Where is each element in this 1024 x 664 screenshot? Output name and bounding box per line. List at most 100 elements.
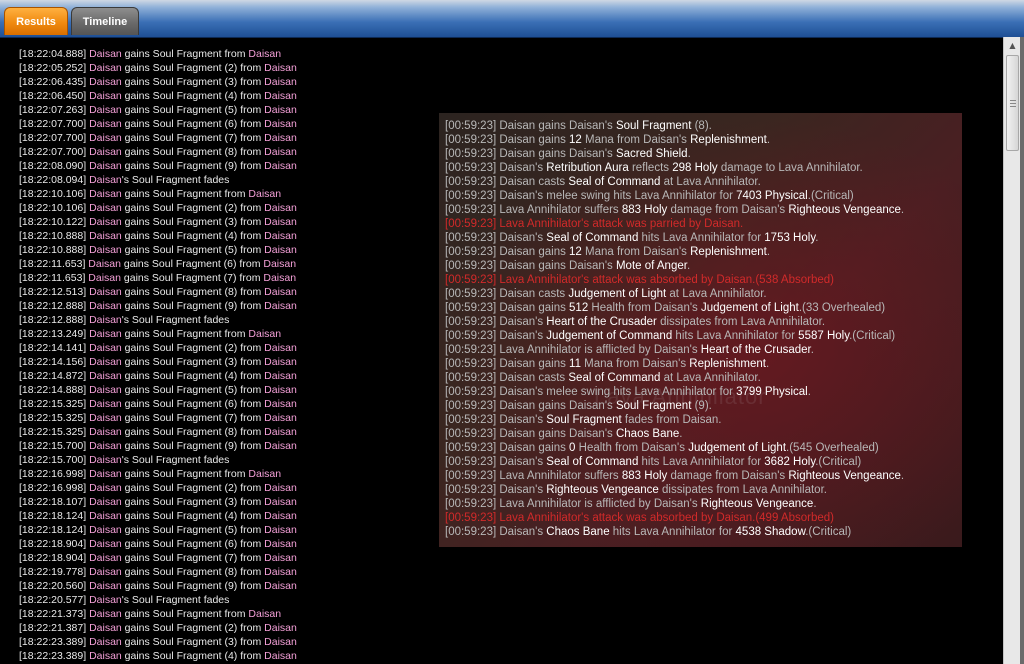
log-t: [18:22:23.389] <box>19 650 90 662</box>
log-line: [18:22:12.888] Daisan gains Soul Fragmen… <box>19 299 439 313</box>
combat-segment: 5587 Holy <box>798 330 850 342</box>
log-a: Daisan <box>89 496 122 508</box>
log-t: [18:22:16.998] <box>19 482 90 494</box>
log-line: [18:22:12.888] Daisan's Soul Fragment fa… <box>19 313 439 327</box>
log-t: [18:22:04.888] <box>19 48 90 60</box>
log-b: Daisan <box>263 258 297 270</box>
combat-line: [00:59:23] Lava Annihilator suffers 883 … <box>445 203 958 217</box>
log-m: gains Soul Fragment (6) from <box>121 538 265 550</box>
combat-line: [00:59:23] Lava Annihilator suffers 883 … <box>445 469 958 483</box>
log-line: [18:22:15.325] Daisan gains Soul Fragmen… <box>19 425 439 439</box>
combat-segment: Mana from Daisan's <box>581 134 691 146</box>
combat-segment: . <box>766 134 771 146</box>
log-m: gains Soul Fragment (8) from <box>121 426 265 438</box>
log-m: gains Soul Fragment from <box>121 188 249 200</box>
log-a: Daisan <box>89 650 122 662</box>
combat-line: [00:59:23] Daisan gains Daisan's Soul Fr… <box>445 399 958 413</box>
combat-segment: [00:59:23] Daisan's <box>445 484 547 496</box>
log-t: [18:22:10.122] <box>19 216 90 228</box>
combat-segment: [00:59:23] Daisan gains <box>445 358 570 370</box>
arrow-up-icon[interactable]: ▲ <box>1004 37 1021 54</box>
combat-segment: Replenishment <box>690 134 767 146</box>
combat-segment: Judgement of Light <box>688 442 787 454</box>
combat-segment: 883 Holy <box>621 470 668 482</box>
combat-segment: Righteous Vengeance <box>788 204 901 216</box>
log-m: gains Soul Fragment (7) from <box>120 272 264 284</box>
tab-timeline[interactable]: Timeline <box>71 7 139 35</box>
combat-segment: dissipates from Lava Annihilator. <box>656 316 826 328</box>
log-a: Daisan <box>89 370 122 382</box>
combat-line: [00:59:23] Daisan's Retribution Aura ref… <box>445 161 958 175</box>
log-t: [18:22:14.141] <box>19 342 90 354</box>
combat-segment: [00:59:23] Daisan gains Daisan's <box>445 400 616 412</box>
log-line: [18:22:16.998] Daisan gains Soul Fragmen… <box>19 481 439 495</box>
log-a: Daisan <box>89 510 122 522</box>
combat-segment: 4538 Shadow <box>735 526 806 538</box>
log-a: Daisan <box>89 412 122 424</box>
combat-line: [00:59:23] Daisan's Soul Fragment fades … <box>445 413 958 427</box>
log-m: gains Soul Fragment from <box>121 468 249 480</box>
combat-segment: Righteous Vengeance <box>700 498 814 510</box>
log-m: 's Soul Fragment fades <box>121 314 230 326</box>
combat-line: [00:59:23] Daisan gains 12 Mana from Dai… <box>445 133 958 147</box>
combat-segment: hits Lava Annihilator for <box>638 232 765 244</box>
combat-segment: [00:59:23] Daisan's <box>445 162 547 174</box>
log-a: Daisan <box>89 622 122 634</box>
log-b: Daisan <box>264 580 297 592</box>
tab-results[interactable]: Results <box>4 7 68 35</box>
combat-line: [00:59:23] Daisan's Seal of Command hits… <box>445 231 958 245</box>
log-a: Daisan <box>89 356 122 368</box>
log-line: [18:22:10.106] Daisan gains Soul Fragmen… <box>19 187 439 201</box>
combat-segment: [00:59:23] Daisan gains <box>445 246 570 258</box>
log-b: Daisan <box>264 370 297 382</box>
log-m: gains Soul Fragment (4) from <box>121 90 265 102</box>
vertical-scrollbar[interactable]: ▲ <box>1003 37 1021 664</box>
combat-line: [00:59:23] Lava Annihilator is afflicted… <box>445 497 958 511</box>
tab-bar: Results Timeline <box>0 0 1024 38</box>
log-t: [18:22:14.872] <box>19 370 90 382</box>
log-b: Daisan <box>264 496 297 508</box>
log-b: Daisan <box>264 104 297 116</box>
log-t: [18:22:12.888] <box>19 314 90 326</box>
log-b: Daisan <box>264 118 297 130</box>
combat-line: [00:59:23] Daisan gains Daisan's Soul Fr… <box>445 119 958 133</box>
combat-segment: [00:59:23] Lava Annihilator suffers <box>445 204 622 216</box>
log-line: [18:22:14.872] Daisan gains Soul Fragmen… <box>19 369 439 383</box>
log-b: Daisan <box>264 482 297 494</box>
combat-segment: damage from Daisan's <box>667 470 789 482</box>
log-a: Daisan <box>89 104 122 116</box>
log-b: Daisan <box>264 356 297 368</box>
combat-segment: at Lava Annihilator. <box>660 372 761 384</box>
combat-segment: [00:59:23] Daisan's <box>445 414 547 426</box>
log-line: [18:22:07.700] Daisan gains Soul Fragmen… <box>19 117 439 131</box>
combat-segment: . <box>687 148 691 160</box>
combat-segment: .(Critical) <box>815 456 862 468</box>
log-line: [18:22:05.252] Daisan gains Soul Fragmen… <box>19 61 439 75</box>
log-a: Daisan <box>88 258 121 270</box>
log-t: [18:22:18.904] <box>19 552 90 564</box>
combat-segment: Righteous Vengeance <box>546 484 659 496</box>
log-a: Daisan <box>89 314 122 326</box>
combat-log-overlay: Lava Annihilator [00:59:23] Daisan gains… <box>439 113 962 547</box>
combat-segment: 883 Holy <box>621 204 668 216</box>
combat-segment: . <box>679 428 683 440</box>
log-t: [18:22:10.106] <box>19 202 90 214</box>
scrollbar-thumb[interactable] <box>1006 55 1019 151</box>
combat-segment: Soul Fragment <box>546 414 622 426</box>
log-line: [18:22:18.124] Daisan gains Soul Fragmen… <box>19 523 439 537</box>
log-b: Daisan <box>264 202 297 214</box>
log-b: Daisan <box>264 384 297 396</box>
log-m: gains Soul Fragment (4) from <box>121 230 265 242</box>
log-t: [18:22:07.700] <box>19 146 90 158</box>
log-m: gains Soul Fragment (2) from <box>121 62 265 74</box>
log-line: [18:22:18.107] Daisan gains Soul Fragmen… <box>19 495 439 509</box>
combat-segment: [00:59:23] Daisan's <box>445 526 547 538</box>
combat-segment: 3682 Holy <box>764 456 816 468</box>
combat-line: [00:59:23] Daisan gains 512 Health from … <box>445 301 958 315</box>
log-m: gains Soul Fragment (4) from <box>121 510 265 522</box>
log-a: Daisan <box>89 118 122 130</box>
log-m: gains Soul Fragment (7) from <box>121 552 265 564</box>
combat-line: [00:59:23] Daisan gains Daisan's Mote of… <box>445 259 958 273</box>
log-m: gains Soul Fragment (3) from <box>121 76 265 88</box>
combat-segment: [00:59:23] Daisan gains Daisan's <box>445 120 616 132</box>
